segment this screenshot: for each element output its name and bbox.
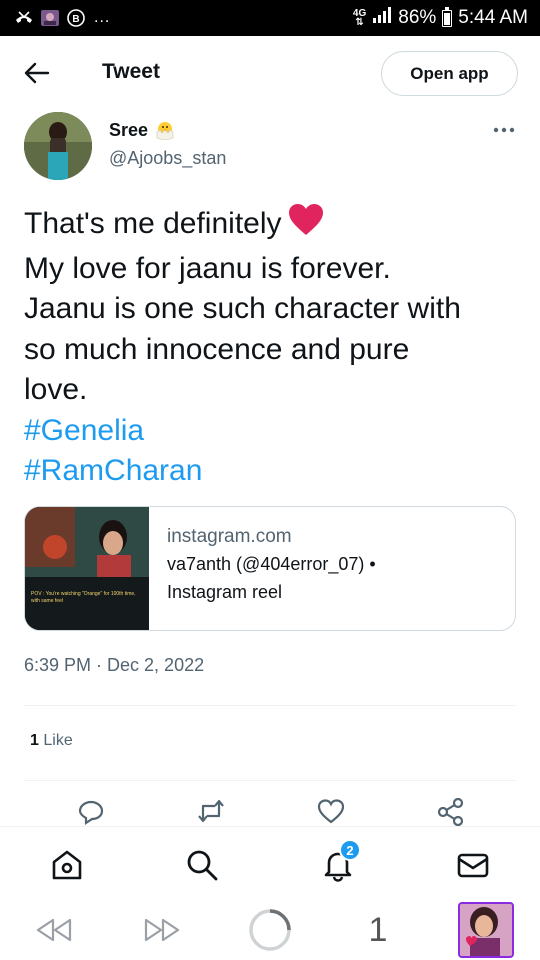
tweet-actions <box>0 796 540 826</box>
network-type-label: 4G ⇅ <box>352 8 367 28</box>
tweet-line: That's me definitely <box>24 203 524 249</box>
author-handle[interactable]: @Ajoobs_stan <box>109 148 226 169</box>
nav-messages[interactable] <box>455 847 491 883</box>
envelope-icon <box>457 853 489 878</box>
bixby-icon: B <box>66 8 86 28</box>
tweet-line: so much innocence and pure <box>24 332 410 366</box>
loading-spinner-icon <box>249 909 291 951</box>
link-preview-card[interactable]: POV : You're watching "Orange" for 100th… <box>24 506 516 631</box>
hatching-chick-emoji-icon <box>156 122 174 140</box>
battery-percent: 86% <box>398 7 437 28</box>
heart-icon <box>317 799 345 824</box>
missed-call-icon <box>14 8 34 28</box>
share-icon <box>437 797 464 826</box>
hashtag-link[interactable]: #RamCharan <box>24 451 524 492</box>
divider <box>24 705 516 706</box>
svg-text:B: B <box>72 14 79 25</box>
card-title: va7anth (@404error_07) • <box>167 554 376 574</box>
battery-icon <box>442 6 453 27</box>
signal-icon <box>372 6 392 30</box>
like-button[interactable] <box>316 796 346 826</box>
hashtag-link[interactable]: #Genelia <box>24 411 524 452</box>
search-icon <box>187 850 218 881</box>
tab-count: 1 <box>368 910 388 949</box>
red-heart-emoji-icon <box>288 203 324 249</box>
divider <box>24 780 516 781</box>
card-thumbnail: POV : You're watching "Orange" for 100th… <box>25 507 149 630</box>
tweet-line: My love for jaanu is forever. <box>24 251 391 285</box>
reply-icon <box>78 800 104 826</box>
reply-button[interactable] <box>76 796 106 826</box>
tab-switcher-button[interactable]: 1 <box>358 908 398 952</box>
home-icon <box>52 850 82 880</box>
open-app-button[interactable]: Open app <box>381 51 518 96</box>
thumbnail-caption: POV : You're watching "Orange" for 100th… <box>31 591 136 604</box>
back-button[interactable] <box>22 58 52 88</box>
status-bar: B ... 4G ⇅ 86% 5:44 AM <box>0 0 540 36</box>
tweet-timestamp[interactable]: 6:39 PM · Dec 2, 2022 <box>24 655 204 676</box>
card-subtitle: Instagram reel <box>167 582 283 602</box>
status-time: 5:44 AM <box>458 7 528 28</box>
more-options-button[interactable] <box>490 120 518 140</box>
browser-forward-button[interactable] <box>138 908 186 952</box>
more-notifications-indicator: ... <box>94 9 111 26</box>
fast-forward-icon <box>144 918 180 942</box>
retweet-icon <box>198 799 224 823</box>
arrow-left-icon <box>24 62 50 84</box>
share-button[interactable] <box>436 796 466 826</box>
likes-count[interactable]: 1 Like <box>30 732 73 750</box>
nav-search[interactable] <box>184 847 220 883</box>
rewind-icon <box>36 918 72 942</box>
gallery-thumbnail-icon <box>40 8 60 28</box>
tweet-line: love. <box>24 373 88 406</box>
author-avatar[interactable] <box>24 112 92 180</box>
bottom-navigation: 2 <box>0 826 540 900</box>
retweet-button[interactable] <box>196 796 226 826</box>
browser-profile-avatar[interactable] <box>458 902 514 958</box>
card-domain: instagram.com <box>167 526 292 547</box>
browser-toolbar: 1 <box>0 900 540 960</box>
page-title: Tweet <box>102 60 160 83</box>
tweet-line: Jaanu is one such character with <box>24 292 461 325</box>
more-horizontal-icon <box>493 127 515 133</box>
author-name[interactable]: Sree <box>109 119 176 141</box>
tweet-text: That's me definitely My love for jaanu i… <box>24 203 524 492</box>
top-header: Tweet Open app <box>0 36 540 110</box>
browser-back-button[interactable] <box>30 908 78 952</box>
notification-count-badge: 2 <box>339 839 361 861</box>
nav-home[interactable] <box>49 847 85 883</box>
browser-reload-button[interactable] <box>246 908 294 952</box>
